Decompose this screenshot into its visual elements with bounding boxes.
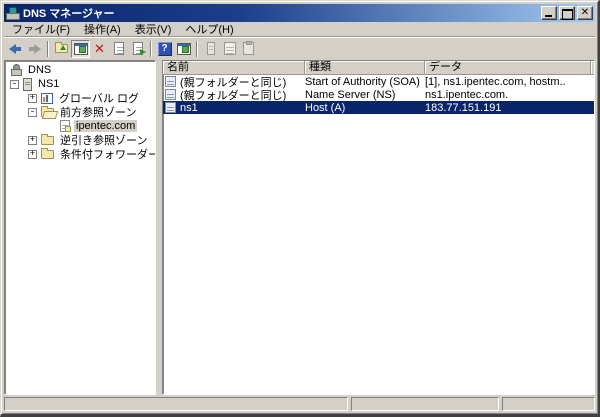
maximize-button[interactable] — [559, 6, 575, 20]
record-type: Host (A) — [305, 101, 346, 114]
tree-item-dns-root[interactable]: DNS — [5, 63, 155, 77]
record-icon — [165, 76, 176, 87]
record-name: (親フォルダーと同じ) — [180, 89, 287, 102]
back-button[interactable] — [6, 40, 25, 58]
window-icon — [176, 42, 191, 55]
folder-icon — [41, 147, 54, 159]
delete-icon: ✕ — [94, 41, 105, 56]
toolbar: ✕ ? — [4, 38, 595, 60]
record-list-tool-button[interactable] — [220, 40, 239, 58]
record-row-ns[interactable]: (親フォルダーと同じ) Name Server (NS) ns1.ipentec… — [163, 88, 594, 102]
column-header-data[interactable]: データ — [425, 61, 591, 75]
record-data: [1], ns1.ipentec.com, hostm.. — [425, 75, 566, 88]
expand-expander-icon[interactable]: + — [28, 135, 37, 145]
tree-label: 前方参照ゾーン — [60, 107, 137, 119]
list-body: (親フォルダーと同じ) Start of Authority (SOA) [1]… — [163, 75, 594, 394]
server-tool-icon — [206, 42, 215, 55]
column-header-filler — [591, 61, 594, 75]
collapse-expander-icon[interactable]: - — [10, 79, 19, 89]
record-name: ns1 — [180, 101, 198, 114]
help-icon: ? — [157, 41, 172, 56]
expand-expander-icon[interactable]: + — [28, 93, 37, 103]
tree-item-global-logs[interactable]: + グローバル ログ — [5, 91, 155, 105]
record-type: Name Server (NS) — [305, 88, 396, 101]
export-list-button[interactable] — [128, 40, 147, 58]
status-panel-end — [502, 397, 595, 411]
tree-item-reverse-lookup-zones[interactable]: + 逆引き参照ゾーン — [5, 133, 155, 147]
server-icon — [23, 77, 32, 91]
forward-arrow-icon — [28, 43, 41, 54]
console-tree-pane: DNS - NS1 + グローバル ログ - 前方参照ゾーン ipentec.c… — [4, 60, 156, 395]
record-icon — [165, 89, 176, 100]
record-data: 183.77.151.191 — [425, 101, 502, 114]
delete-button[interactable]: ✕ — [90, 40, 109, 58]
forward-button[interactable] — [25, 40, 44, 58]
app-icon — [6, 6, 20, 20]
tree-label: 条件付フォワーダー — [60, 149, 156, 161]
toolbar-separator — [196, 40, 198, 57]
up-one-level-button[interactable] — [52, 40, 71, 58]
tree-item-forward-lookup-zones[interactable]: - 前方参照ゾーン — [5, 105, 155, 119]
back-arrow-icon — [9, 43, 22, 54]
dns-manager-window: DNS マネージャー ✕ ファイル(F) 操作(A) 表示(V) ヘルプ(H) … — [0, 0, 600, 417]
statusbar — [4, 395, 595, 411]
expand-expander-icon[interactable]: + — [28, 149, 37, 159]
menu-file[interactable]: ファイル(F) — [5, 20, 77, 38]
tree-label: NS1 — [38, 78, 60, 90]
up-folder-icon — [55, 42, 68, 53]
menu-view[interactable]: 表示(V) — [128, 20, 179, 38]
clipboard-tool-icon — [243, 41, 254, 55]
show-console-tree-button[interactable] — [71, 39, 90, 58]
column-header-type[interactable]: 種類 — [305, 61, 425, 75]
tree-label-selected: ipentec.com — [74, 120, 138, 132]
tree-item-ipentec-zone[interactable]: ipentec.com — [5, 119, 155, 133]
help-button[interactable]: ? — [155, 40, 174, 58]
tree-label: DNS — [28, 64, 52, 76]
open-folder-icon — [41, 105, 54, 117]
status-panel-mid — [351, 397, 499, 411]
minimize-button[interactable] — [541, 6, 557, 20]
properties-button[interactable] — [109, 40, 128, 58]
server-tool-button[interactable] — [201, 40, 220, 58]
folder-icon — [41, 133, 54, 145]
new-window-button[interactable] — [174, 40, 193, 58]
toolbar-separator — [150, 40, 152, 57]
record-list-tool-icon — [223, 42, 236, 55]
dns-zone-icon — [60, 120, 71, 132]
main-area: DNS - NS1 + グローバル ログ - 前方参照ゾーン ipentec.c… — [4, 60, 595, 395]
menu-help[interactable]: ヘルプ(H) — [178, 20, 240, 38]
tree-item-conditional-forwarders[interactable]: + 条件付フォワーダー — [5, 147, 155, 161]
tree-item-ns1[interactable]: - NS1 — [5, 77, 155, 91]
export-list-icon — [132, 42, 146, 55]
event-log-icon — [41, 92, 53, 104]
menu-action[interactable]: 操作(A) — [77, 20, 128, 38]
close-button[interactable]: ✕ — [577, 6, 593, 20]
dns-root-icon — [10, 64, 22, 76]
toolbar-separator — [47, 40, 49, 57]
console-tree-icon — [73, 42, 88, 55]
collapse-expander-icon[interactable]: - — [28, 107, 37, 117]
record-type: Start of Authority (SOA) — [305, 75, 420, 88]
status-panel-main — [4, 397, 348, 411]
menubar: ファイル(F) 操作(A) 表示(V) ヘルプ(H) — [4, 22, 595, 37]
record-list-pane: 名前 種類 データ (親フォルダーと同じ) Start of Authority… — [162, 60, 595, 395]
record-data: ns1.ipentec.com. — [425, 88, 509, 101]
record-row-ns1-host[interactable]: ns1 Host (A) 183.77.151.191 — [163, 101, 594, 114]
clipboard-tool-button[interactable] — [239, 40, 258, 58]
window-title: DNS マネージャー — [23, 8, 115, 20]
properties-icon — [113, 42, 124, 55]
record-icon — [165, 102, 176, 113]
